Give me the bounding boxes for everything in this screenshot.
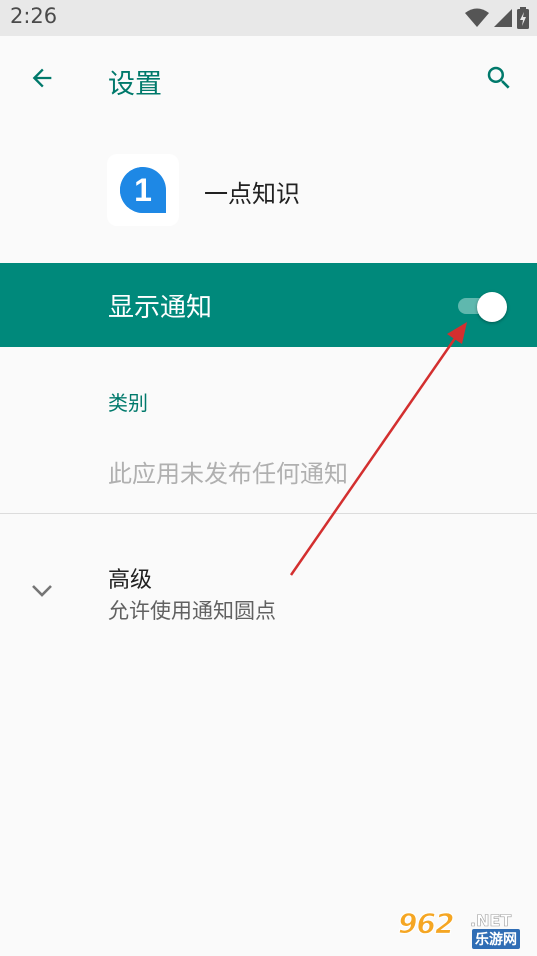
status-bar: 2:26 <box>0 0 537 36</box>
app-bar: 设置 <box>0 36 537 122</box>
show-notifications-label: 显示通知 <box>108 293 213 323</box>
watermark-sub: 乐游网 <box>472 929 520 949</box>
status-time: 2:26 <box>10 4 58 28</box>
no-categories-text: 此应用未发布任何通知 <box>108 460 348 488</box>
search-icon <box>484 63 514 97</box>
app-header: 1 一点知识 <box>0 150 537 230</box>
divider <box>0 513 537 514</box>
app-icon: 1 <box>107 154 179 226</box>
chevron-down-icon <box>28 580 56 600</box>
page-title: 设置 <box>108 69 162 100</box>
show-notifications-switch-bar[interactable]: 显示通知 <box>0 263 537 347</box>
status-icons <box>465 7 529 33</box>
back-button[interactable] <box>20 58 64 102</box>
app-icon-glyph: 1 <box>134 172 152 208</box>
battery-icon <box>517 7 529 33</box>
advanced-summary: 允许使用通知圆点 <box>108 599 276 623</box>
advanced-title: 高级 <box>108 568 153 593</box>
watermark-suffix: .NET <box>470 911 512 931</box>
watermark-logo: 962 .NET 乐游网 <box>397 907 530 951</box>
category-header: 类别 <box>108 391 148 415</box>
signal-icon <box>493 8 513 32</box>
wifi-icon <box>465 8 489 32</box>
watermark-brand: 962 <box>397 907 454 941</box>
switch-thumb[interactable] <box>477 292 507 322</box>
advanced-row[interactable]: 高级 允许使用通知圆点 <box>0 544 537 640</box>
arrow-back-icon <box>28 64 56 96</box>
app-name: 一点知识 <box>204 180 300 208</box>
search-button[interactable] <box>477 58 521 102</box>
